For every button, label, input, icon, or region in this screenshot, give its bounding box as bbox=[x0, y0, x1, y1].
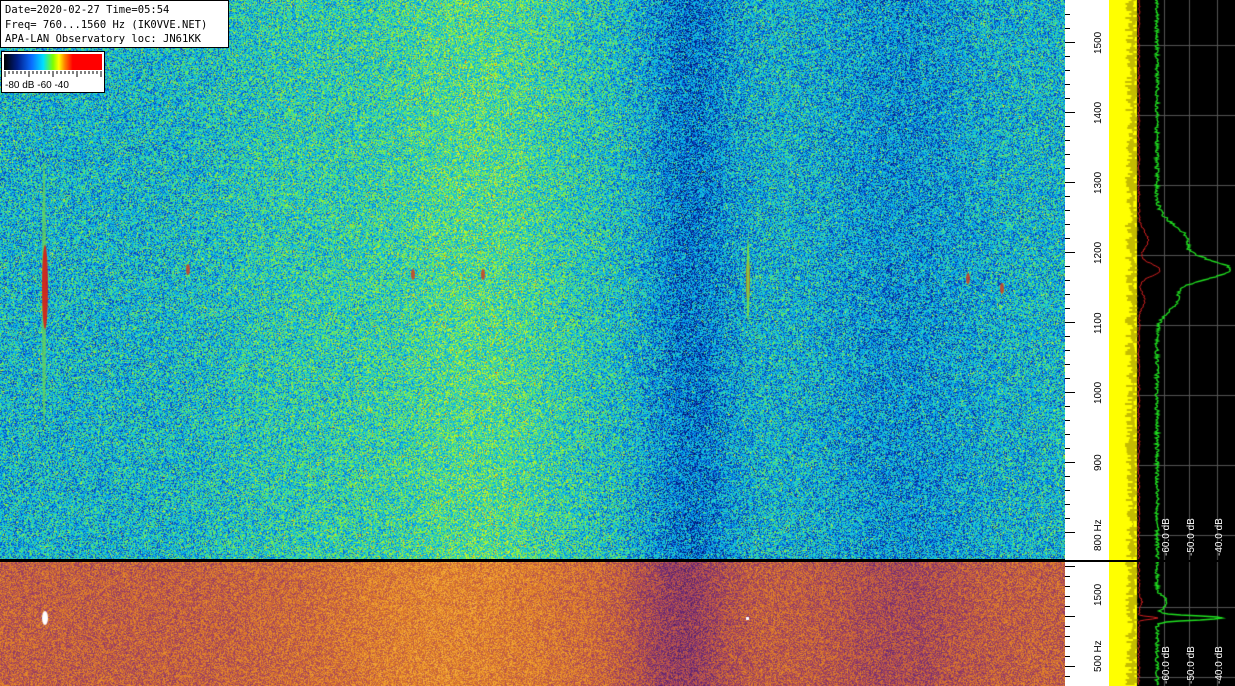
freq-axis-minor-tick bbox=[1065, 70, 1070, 71]
freq-axis-minor-tick bbox=[1065, 56, 1070, 57]
info-box: Date=2020-02-27 Time=05:54 Freq= 760...1… bbox=[0, 0, 229, 48]
freq-axis-minor-tick bbox=[1065, 448, 1070, 449]
freq-axis-minor-tick bbox=[1065, 350, 1070, 351]
freq-axis-minor-tick bbox=[1065, 182, 1075, 183]
frequency-axis-wideband: 500 Hz 1500 bbox=[1065, 562, 1109, 686]
freq-axis-label: 1100 bbox=[1093, 312, 1104, 335]
freq-axis-wideband-tick bbox=[1065, 616, 1075, 617]
spectrum-panel-main bbox=[1109, 0, 1235, 560]
frequency-axis: 800 Hz 900 1000 1100 1200 1300 1400 1500 bbox=[1065, 0, 1109, 560]
freq-axis-minor-tick bbox=[1065, 322, 1075, 323]
freq-axis-wideband-tick bbox=[1065, 566, 1075, 567]
freq-axis-wideband-tick bbox=[1065, 656, 1070, 657]
freq-axis-wideband-tick bbox=[1065, 636, 1070, 637]
freq-axis-label: 1400 bbox=[1093, 102, 1104, 125]
freq-axis-wideband-tick bbox=[1065, 676, 1070, 677]
freq-axis-minor-tick bbox=[1065, 406, 1070, 407]
freq-axis-minor-tick bbox=[1065, 196, 1070, 197]
freq-axis-minor-tick bbox=[1065, 336, 1070, 337]
color-scale-ticks bbox=[4, 71, 102, 77]
freq-axis-wideband-tick bbox=[1065, 606, 1070, 607]
freq-axis-wideband-label: 1500 bbox=[1093, 583, 1104, 606]
spectrum-db-label: -60.0 dB bbox=[1161, 646, 1172, 684]
freq-axis-wideband-tick bbox=[1065, 596, 1070, 597]
freq-axis-minor-tick bbox=[1065, 378, 1070, 379]
freq-axis-minor-tick bbox=[1065, 210, 1070, 211]
color-scale-bar bbox=[4, 54, 102, 70]
freq-axis-minor-tick bbox=[1065, 238, 1070, 239]
color-scale-label: -80 dB -60 -40 bbox=[5, 80, 69, 91]
spectrum-db-label: -60.0 dB bbox=[1161, 518, 1172, 556]
freq-axis-minor-tick bbox=[1065, 490, 1070, 491]
freq-axis-minor-tick bbox=[1065, 84, 1070, 85]
freq-axis-wideband-tick bbox=[1065, 666, 1075, 667]
spectrogram-window: Date=2020-02-27 Time=05:54 Freq= 760...1… bbox=[0, 0, 1235, 686]
freq-axis-wideband-tick bbox=[1065, 626, 1070, 627]
freq-axis-minor-tick bbox=[1065, 518, 1070, 519]
freq-axis-minor-tick bbox=[1065, 476, 1070, 477]
freq-axis-wideband-tick bbox=[1065, 586, 1070, 587]
freq-axis-minor-tick bbox=[1065, 280, 1070, 281]
spectrum-db-label: -40.0 dB bbox=[1214, 646, 1225, 684]
info-frequency: Freq= 760...1560 Hz (IK0VVE.NET) bbox=[5, 18, 208, 31]
freq-axis-minor-tick bbox=[1065, 168, 1070, 169]
freq-axis-label: 1000 bbox=[1093, 382, 1104, 405]
waterfall-wideband bbox=[0, 562, 1065, 686]
freq-axis-minor-tick bbox=[1065, 532, 1075, 533]
freq-axis-minor-tick bbox=[1065, 434, 1070, 435]
freq-axis-label: 1300 bbox=[1093, 172, 1104, 195]
freq-axis-minor-tick bbox=[1065, 392, 1075, 393]
spectrum-db-label: -40.0 dB bbox=[1214, 518, 1225, 556]
spectrum-db-label: -50.0 dB bbox=[1186, 646, 1197, 684]
color-scale-legend: -80 dB -60 -40 bbox=[1, 51, 105, 93]
freq-axis-wideband-label: 500 Hz bbox=[1093, 640, 1104, 672]
freq-axis-minor-tick bbox=[1065, 42, 1075, 43]
freq-axis-minor-tick bbox=[1065, 154, 1070, 155]
freq-axis-minor-tick bbox=[1065, 126, 1070, 127]
freq-axis-wideband-tick bbox=[1065, 576, 1070, 577]
freq-axis-minor-tick bbox=[1065, 266, 1070, 267]
freq-axis-wideband-tick bbox=[1065, 646, 1070, 647]
info-observatory: APA-LAN Observatory loc: JN61KK bbox=[5, 33, 201, 45]
freq-axis-minor-tick bbox=[1065, 308, 1070, 309]
freq-axis-minor-tick bbox=[1065, 364, 1070, 365]
freq-axis-label: 1200 bbox=[1093, 242, 1104, 265]
freq-axis-minor-tick bbox=[1065, 98, 1070, 99]
freq-axis-minor-tick bbox=[1065, 294, 1070, 295]
spectrum-db-label: -50.0 dB bbox=[1186, 518, 1197, 556]
freq-axis-minor-tick bbox=[1065, 28, 1070, 29]
freq-axis-minor-tick bbox=[1065, 420, 1070, 421]
info-date-time: Date=2020-02-27 Time=05:54 bbox=[5, 4, 170, 16]
freq-axis-label: 1500 bbox=[1093, 32, 1104, 55]
freq-axis-minor-tick bbox=[1065, 252, 1075, 253]
freq-axis-minor-tick bbox=[1065, 112, 1075, 113]
freq-axis-minor-tick bbox=[1065, 140, 1070, 141]
freq-axis-minor-tick bbox=[1065, 224, 1070, 225]
freq-axis-minor-tick bbox=[1065, 462, 1075, 463]
freq-axis-minor-tick bbox=[1065, 14, 1070, 15]
freq-axis-label: 900 bbox=[1093, 454, 1104, 472]
freq-axis-minor-tick bbox=[1065, 504, 1070, 505]
waterfall-main bbox=[0, 0, 1065, 560]
freq-axis-label: 800 Hz bbox=[1093, 518, 1104, 551]
